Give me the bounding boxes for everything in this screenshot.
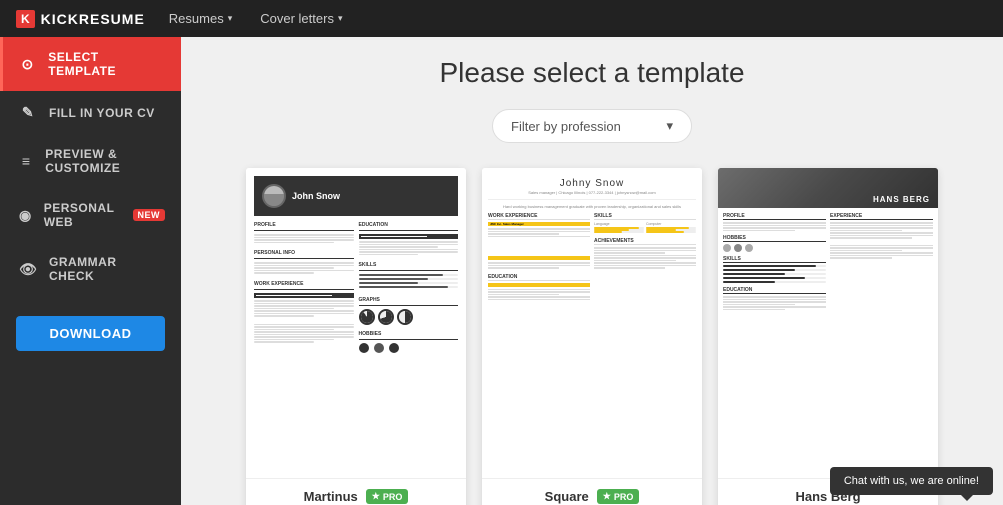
eye-icon: 👁 <box>19 261 37 278</box>
logo-text: KICKRESUME <box>41 11 145 27</box>
pro-star-icon-2: ★ <box>603 491 611 502</box>
template-preview-martinus: John Snow PROFILE PERSONAL INFO <box>246 168 466 478</box>
main-layout: ⊙ SELECT TEMPLATE ✎ FILL IN YOUR CV ≡ PR… <box>0 37 1003 505</box>
nav-cover-letters[interactable]: Cover letters ▾ <box>256 11 346 26</box>
sidebar: ⊙ SELECT TEMPLATE ✎ FILL IN YOUR CV ≡ PR… <box>0 37 181 505</box>
chat-bubble[interactable]: Chat with us, we are online! <box>830 467 993 495</box>
nav-resumes[interactable]: Resumes ▾ <box>165 11 236 26</box>
filter-chevron-icon: ▾ <box>666 118 673 134</box>
content-area: Please select a template Filter by profe… <box>181 37 1003 505</box>
sidebar-item-personal-web-label: PERSONAL WEB <box>44 201 117 229</box>
sidebar-item-fill-in-cv[interactable]: ✎ FILL IN YOUR CV <box>0 91 181 134</box>
filter-bar: Filter by profession ▾ <box>211 109 973 143</box>
nav-cover-letters-label: Cover letters <box>260 11 334 26</box>
target-icon: ⊙ <box>19 56 36 73</box>
template-card-square[interactable]: Johny Snow Sales manager | Chicago Illin… <box>482 168 702 505</box>
new-badge: NEW <box>133 209 166 221</box>
sidebar-item-grammar-check[interactable]: 👁 GRAMMAR CHECK <box>0 242 181 296</box>
template-name-square: Square <box>545 489 589 504</box>
sidebar-item-preview-customize[interactable]: ≡ PREVIEW & CUSTOMIZE <box>0 134 181 188</box>
sidebar-item-preview-customize-label: PREVIEW & CUSTOMIZE <box>45 147 165 175</box>
template-footer-square: Square ★ PRO <box>482 478 702 505</box>
pro-badge-square: ★ PRO <box>597 489 640 504</box>
globe-icon: ◉ <box>19 207 32 224</box>
sidebar-item-personal-web[interactable]: ◉ PERSONAL WEB NEW <box>0 188 181 242</box>
sidebar-item-select-template-label: SELECT TEMPLATE <box>48 50 165 78</box>
templates-grid: John Snow PROFILE PERSONAL INFO <box>211 168 973 505</box>
logo-icon: K <box>16 10 35 28</box>
sidebar-item-select-template[interactable]: ⊙ SELECT TEMPLATE <box>0 37 181 91</box>
pro-badge-martinus: ★ PRO <box>366 489 409 504</box>
pro-star-icon: ★ <box>372 491 380 502</box>
filter-profession-label: Filter by profession <box>511 119 621 134</box>
download-button[interactable]: DOWNLOAD <box>16 316 165 351</box>
template-card-hans-berg[interactable]: HANS BERG PROFILE <box>718 168 938 505</box>
template-preview-hans-berg: HANS BERG PROFILE <box>718 168 938 478</box>
logo[interactable]: K KICKRESUME <box>16 10 145 28</box>
page-title: Please select a template <box>211 57 973 89</box>
edit-icon: ✎ <box>19 104 37 121</box>
template-footer-martinus: Martinus ★ PRO <box>246 478 466 505</box>
nav-resumes-label: Resumes <box>169 11 224 26</box>
nav-resumes-chevron: ▾ <box>228 13 233 24</box>
nav-cover-letters-chevron: ▾ <box>338 13 343 24</box>
sidebar-item-fill-in-cv-label: FILL IN YOUR CV <box>49 106 155 120</box>
template-card-martinus[interactable]: John Snow PROFILE PERSONAL INFO <box>246 168 466 505</box>
template-preview-square: Johny Snow Sales manager | Chicago Illin… <box>482 168 702 478</box>
sliders-icon: ≡ <box>19 153 33 169</box>
sidebar-item-grammar-check-label: GRAMMAR CHECK <box>49 255 165 283</box>
top-navigation: K KICKRESUME Resumes ▾ Cover letters ▾ <box>0 0 1003 37</box>
template-name-martinus: Martinus <box>304 489 358 504</box>
filter-profession-dropdown[interactable]: Filter by profession ▾ <box>492 109 692 143</box>
